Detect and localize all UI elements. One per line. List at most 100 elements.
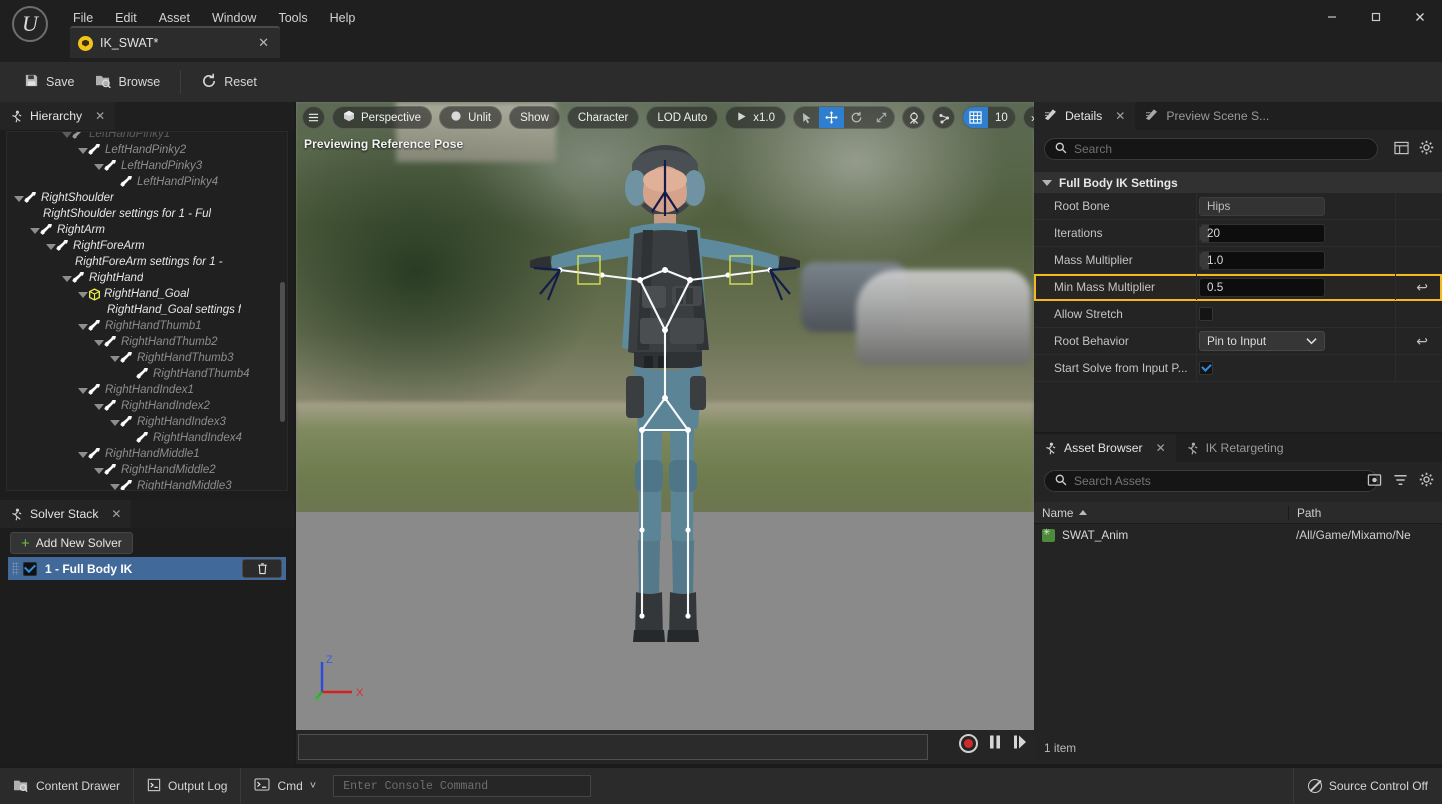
- column-header-path[interactable]: Path: [1288, 505, 1442, 520]
- viewport-lighting-mode-button[interactable]: Unlit: [439, 106, 503, 129]
- property-value-checkbox[interactable]: [1199, 307, 1213, 321]
- select-tool-button[interactable]: [794, 107, 819, 128]
- bone-tree-row[interactable]: LeftHandPinky1: [7, 132, 287, 142]
- maximize-button[interactable]: [1354, 0, 1398, 34]
- expand-arrow-icon[interactable]: [93, 401, 104, 412]
- bone-tree-row[interactable]: RightHandThumb3: [7, 350, 287, 366]
- bone-tree-row[interactable]: RightShoulder: [7, 190, 287, 206]
- filter-icon[interactable]: [1393, 473, 1408, 490]
- bone-tree-row[interactable]: RightHandMiddle1: [7, 446, 287, 462]
- asset-search-input[interactable]: [1074, 474, 1367, 488]
- property-value-input[interactable]: 0.5: [1199, 277, 1325, 297]
- pause-button[interactable]: [988, 734, 1002, 753]
- bone-tree-row[interactable]: RightHand_Goal: [7, 286, 287, 302]
- tab-asset-browser[interactable]: Asset Browser ✕: [1034, 434, 1176, 462]
- delete-solver-button[interactable]: [242, 559, 282, 578]
- scale-tool-button[interactable]: [869, 107, 894, 128]
- rotate-tool-button[interactable]: [844, 107, 869, 128]
- expand-arrow-icon[interactable]: [29, 209, 40, 220]
- coordinate-system-button[interactable]: [902, 106, 926, 129]
- tab-details[interactable]: Details ✕: [1034, 102, 1136, 130]
- menu-help[interactable]: Help: [319, 7, 367, 29]
- bone-tree-row[interactable]: RightHandIndex2: [7, 398, 287, 414]
- expand-arrow-icon[interactable]: [109, 353, 120, 364]
- bone-tree-row[interactable]: RightForeArm settings for 1 -: [7, 254, 287, 270]
- viewport-menu-button[interactable]: [302, 106, 325, 129]
- expand-arrow-icon[interactable]: [93, 465, 104, 476]
- expand-arrow-icon[interactable]: [93, 337, 104, 348]
- bone-tree-row[interactable]: RightHand_Goal settings f: [7, 302, 287, 318]
- viewport-show-menu-button[interactable]: Show: [509, 106, 560, 129]
- toolbar-overflow-button[interactable]: »: [1022, 106, 1034, 129]
- table-row[interactable]: SWAT_Anim /All/Game/Mixamo/Ne: [1034, 524, 1442, 546]
- asset-search-bar[interactable]: [1044, 470, 1378, 492]
- details-search-input[interactable]: [1074, 142, 1367, 156]
- expand-arrow-icon[interactable]: [77, 289, 88, 300]
- thumbnail-view-icon[interactable]: [1367, 473, 1382, 490]
- source-control-button[interactable]: Source Control Off: [1292, 768, 1442, 804]
- expand-arrow-icon[interactable]: [109, 481, 120, 491]
- property-value-dropdown[interactable]: Pin to Input: [1199, 331, 1325, 351]
- viewport-lod-button[interactable]: LOD Auto: [646, 106, 719, 129]
- minimize-button[interactable]: [1310, 0, 1354, 34]
- bone-tree-row[interactable]: RightHandMiddle3: [7, 478, 287, 491]
- expand-arrow-icon[interactable]: [77, 449, 88, 460]
- close-icon[interactable]: ✕: [95, 109, 105, 123]
- tab-hierarchy[interactable]: Hierarchy ✕: [0, 102, 116, 130]
- bone-tree-row[interactable]: RightHandIndex3: [7, 414, 287, 430]
- column-layout-icon[interactable]: [1394, 141, 1409, 158]
- tab-preview-scene-settings[interactable]: Preview Scene S...: [1135, 102, 1279, 130]
- expand-arrow-icon[interactable]: [125, 369, 136, 380]
- gear-icon[interactable]: [1419, 472, 1434, 490]
- expand-arrow-icon[interactable]: [93, 305, 104, 316]
- surface-snapping-button[interactable]: [932, 106, 956, 129]
- bone-tree-row[interactable]: RightHand: [7, 270, 287, 286]
- output-log-button[interactable]: Output Log: [134, 768, 242, 804]
- viewport-playback-speed-button[interactable]: x1.0: [725, 106, 787, 129]
- viewport-command-field[interactable]: [298, 734, 928, 760]
- bone-tree-row[interactable]: RightHandThumb4: [7, 366, 287, 382]
- tab-ik-retargeting[interactable]: IK Retargeting: [1176, 434, 1294, 462]
- expand-arrow-icon[interactable]: [93, 161, 104, 172]
- solver-enabled-checkbox[interactable]: [23, 561, 37, 576]
- expand-arrow-icon[interactable]: [109, 177, 120, 188]
- bone-tree-row[interactable]: LeftHandPinky2: [7, 142, 287, 158]
- unreal-logo-icon[interactable]: U: [12, 6, 48, 42]
- bone-tree-row[interactable]: RightArm: [7, 222, 287, 238]
- gear-icon[interactable]: [1419, 140, 1434, 158]
- expand-arrow-icon[interactable]: [125, 433, 136, 444]
- property-value-spinbox[interactable]: 1.0: [1199, 250, 1325, 270]
- reset-to-default-button[interactable]: ↩: [1416, 279, 1428, 296]
- details-search-bar[interactable]: [1044, 138, 1378, 160]
- expand-arrow-icon[interactable]: [45, 241, 56, 252]
- cmd-mode-button[interactable]: Cmd ˅: [241, 768, 329, 804]
- browse-button[interactable]: Browse: [85, 68, 171, 96]
- close-icon[interactable]: ✕: [255, 35, 272, 51]
- bone-tree-row[interactable]: RightShoulder settings for 1 - Ful: [7, 206, 287, 222]
- expand-arrow-icon[interactable]: [77, 385, 88, 396]
- bone-tree-row[interactable]: RightHandIndex1: [7, 382, 287, 398]
- grid-size-value[interactable]: 10: [988, 112, 1015, 124]
- bone-tree-row[interactable]: RightHandThumb1: [7, 318, 287, 334]
- bone-tree-row[interactable]: RightHandIndex4: [7, 430, 287, 446]
- bone-tree[interactable]: LeftHandPinky1 LeftHandPinky2 LeftHandPink…: [6, 131, 288, 491]
- asset-tab-ik-swat[interactable]: IK_SWAT* ✕: [70, 26, 280, 58]
- content-drawer-button[interactable]: Content Drawer: [0, 768, 135, 804]
- viewport-character-menu-button[interactable]: Character: [566, 106, 640, 129]
- expand-arrow-icon[interactable]: [29, 225, 40, 236]
- step-forward-button[interactable]: [1012, 734, 1028, 753]
- details-category-header[interactable]: Full Body IK Settings: [1034, 172, 1442, 193]
- expand-arrow-icon[interactable]: [61, 273, 72, 284]
- save-button[interactable]: Save: [14, 68, 85, 96]
- bone-tree-row[interactable]: LeftHandPinky4: [7, 174, 287, 190]
- viewport-3d[interactable]: Previewing Reference Pose Perspective Un…: [296, 102, 1034, 730]
- viewport-camera-mode-button[interactable]: Perspective: [332, 106, 433, 129]
- expand-arrow-icon[interactable]: [13, 193, 24, 204]
- reset-to-default-button[interactable]: ↩: [1416, 333, 1428, 350]
- tab-solver-stack[interactable]: Solver Stack ✕: [0, 500, 132, 528]
- property-value-spinbox[interactable]: 20: [1199, 223, 1325, 243]
- add-new-solver-button[interactable]: + Add New Solver: [10, 532, 133, 554]
- bone-tree-row[interactable]: RightForeArm: [7, 238, 287, 254]
- grid-snap-toggle[interactable]: [963, 107, 989, 128]
- reset-button[interactable]: Reset: [191, 68, 267, 97]
